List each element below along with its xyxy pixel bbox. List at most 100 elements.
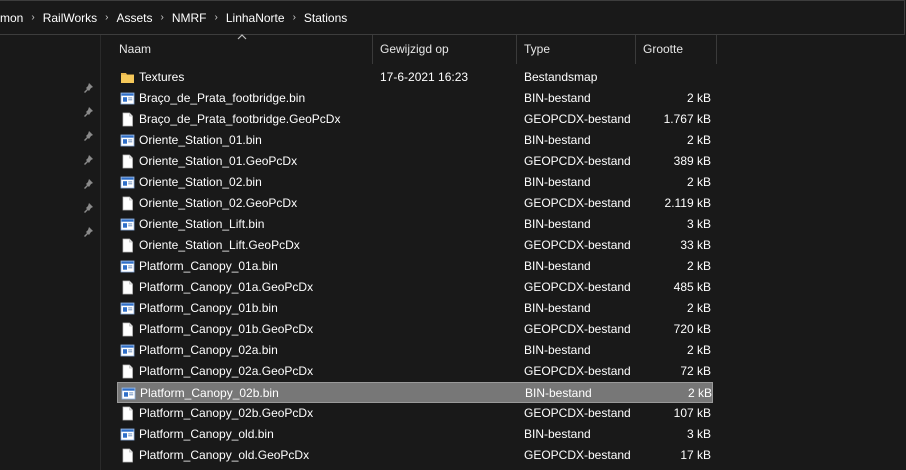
breadcrumb-item[interactable]: RailWorks [39, 11, 101, 25]
table-row[interactable]: Braço_de_Prata_footbridge.GeoPcDx GEOPCDX… [117, 109, 713, 130]
column-header-name[interactable]: Naam [112, 35, 373, 64]
column-header-modified[interactable]: Gewijzigd op [373, 35, 517, 64]
file-modified [380, 214, 520, 235]
bin-file-icon [120, 217, 135, 232]
pin-icon[interactable] [82, 82, 94, 94]
blank-file-icon [120, 406, 135, 421]
file-name: Oriente_Station_02.GeoPcDx [139, 196, 298, 210]
breadcrumb-item[interactable]: mmon [0, 11, 27, 25]
table-row[interactable]: Platform_Canopy_01b.GeoPcDx GEOPCDX-besta… [117, 319, 713, 340]
breadcrumb-separator-icon[interactable]: › [289, 12, 300, 23]
column-header-type[interactable]: Type [517, 35, 636, 64]
file-name: Oriente_Station_Lift.bin [139, 217, 265, 231]
table-row-selected[interactable]: Platform_Canopy_02b.bin BIN-bestand 2 kB [117, 382, 713, 403]
file-size: 3 kB [686, 427, 711, 441]
file-size: 2 kB [686, 91, 711, 105]
file-modified [380, 109, 520, 130]
bin-file-icon [120, 91, 135, 106]
file-name: Platform_Canopy_01b.GeoPcDx [139, 322, 314, 336]
file-name: Platform_Canopy_02a.GeoPcDx [139, 364, 314, 378]
file-type: BIN-bestand [524, 427, 591, 441]
table-row[interactable]: Platform_Canopy_old.GeoPcDx GEOPCDX-besta… [117, 445, 713, 466]
file-modified [380, 172, 520, 193]
pin-icon[interactable] [82, 106, 94, 118]
file-size: 2 kB [686, 175, 711, 189]
file-name: Oriente_Station_01.GeoPcDx [139, 154, 298, 168]
table-row[interactable]: Oriente_Station_01.bin BIN-bestand 2 kB [117, 130, 713, 151]
table-row[interactable]: Textures 17-6-2021 16:23 Bestandsmap [117, 67, 713, 88]
table-row[interactable]: Platform_Canopy_02a.bin BIN-bestand 2 kB [117, 340, 713, 361]
file-size: 2 kB [686, 301, 711, 315]
blank-file-icon [120, 238, 135, 253]
file-type: GEOPCDX-bestand [524, 322, 631, 336]
breadcrumb-separator-icon[interactable]: › [211, 12, 222, 23]
file-size: 1.767 kB [663, 112, 711, 126]
file-modified [380, 340, 520, 361]
file-type: BIN-bestand [525, 386, 592, 400]
blank-file-icon [120, 448, 135, 463]
breadcrumb-separator-icon[interactable]: › [157, 12, 168, 23]
pin-icon[interactable] [82, 130, 94, 142]
file-size: 2 kB [686, 133, 711, 147]
file-modified [380, 445, 520, 466]
file-type: GEOPCDX-bestand [524, 112, 631, 126]
folder-icon [120, 70, 135, 85]
file-modified [380, 361, 520, 382]
table-row[interactable]: Oriente_Station_Lift.GeoPcDx GEOPCDX-best… [117, 235, 713, 256]
table-row[interactable]: Platform_Canopy_old.bin BIN-bestand 3 kB [117, 424, 713, 445]
table-row[interactable]: Platform_Canopy_01a.bin BIN-bestand 2 kB [117, 256, 713, 277]
table-row[interactable]: Oriente_Station_01.GeoPcDx GEOPCDX-bestan… [117, 151, 713, 172]
pin-icon[interactable] [82, 178, 94, 190]
file-name: Platform_Canopy_02b.GeoPcDx [139, 406, 314, 420]
file-modified [380, 235, 520, 256]
file-size: 2 kB [687, 386, 712, 400]
file-size: 2.119 kB [664, 196, 711, 210]
bin-file-icon [120, 343, 135, 358]
table-row[interactable]: Oriente_Station_02.bin BIN-bestand 2 kB [117, 172, 713, 193]
table-row[interactable]: Platform_Canopy_01a.GeoPcDx GEOPCDX-besta… [117, 277, 713, 298]
breadcrumb-item[interactable]: LinhaNorte [222, 11, 289, 25]
bin-file-icon [120, 175, 135, 190]
pin-icon[interactable] [82, 202, 94, 214]
blank-file-icon [120, 280, 135, 295]
file-type: GEOPCDX-bestand [524, 238, 631, 252]
pin-icon[interactable] [82, 226, 94, 238]
file-modified: 17-6-2021 16:23 [380, 70, 469, 84]
file-modified [380, 277, 520, 298]
breadcrumb-item[interactable]: Assets [112, 11, 156, 25]
bin-file-icon [121, 386, 136, 401]
bin-file-icon [120, 427, 135, 442]
bin-file-icon [120, 133, 135, 148]
table-row[interactable]: Platform_Canopy_02a.GeoPcDx GEOPCDX-besta… [117, 361, 713, 382]
breadcrumb-separator-icon[interactable]: › [27, 12, 38, 23]
table-row[interactable]: Braço_de_Prata_footbridge.bin BIN-bestand… [117, 88, 713, 109]
breadcrumb-item[interactable]: Stations [300, 11, 351, 25]
blank-file-icon [120, 364, 135, 379]
file-size: 107 kB [673, 406, 711, 420]
file-modified [380, 130, 520, 151]
pin-icon[interactable] [82, 154, 94, 166]
breadcrumb-item[interactable]: NMRF [168, 11, 211, 25]
file-type: GEOPCDX-bestand [524, 196, 631, 210]
bin-file-icon [120, 301, 135, 316]
table-row[interactable]: Oriente_Station_02.GeoPcDx GEOPCDX-bestan… [117, 193, 713, 214]
file-type: BIN-bestand [524, 343, 591, 357]
file-size: 33 kB [680, 238, 711, 252]
file-modified [380, 88, 520, 109]
file-modified [380, 193, 520, 214]
table-row[interactable]: Platform_Canopy_02b.GeoPcDx GEOPCDX-besta… [117, 403, 713, 424]
file-type: Bestandsmap [524, 70, 598, 84]
file-list: Naam Gewijzigd op Type Grootte Textures 1… [100, 34, 906, 470]
file-size: 485 kB [673, 280, 711, 294]
bin-file-icon [120, 259, 135, 274]
breadcrumb-separator-icon[interactable]: › [101, 12, 112, 23]
file-modified [381, 383, 521, 404]
table-row[interactable]: Platform_Canopy_01b.bin BIN-bestand 2 kB [117, 298, 713, 319]
file-type: GEOPCDX-bestand [524, 448, 631, 462]
blank-file-icon [120, 154, 135, 169]
table-row[interactable]: Oriente_Station_Lift.bin BIN-bestand 3 kB [117, 214, 713, 235]
file-type: BIN-bestand [524, 217, 591, 231]
file-modified [380, 151, 520, 172]
file-size: 3 kB [686, 217, 711, 231]
column-header-size[interactable]: Grootte [636, 35, 717, 64]
